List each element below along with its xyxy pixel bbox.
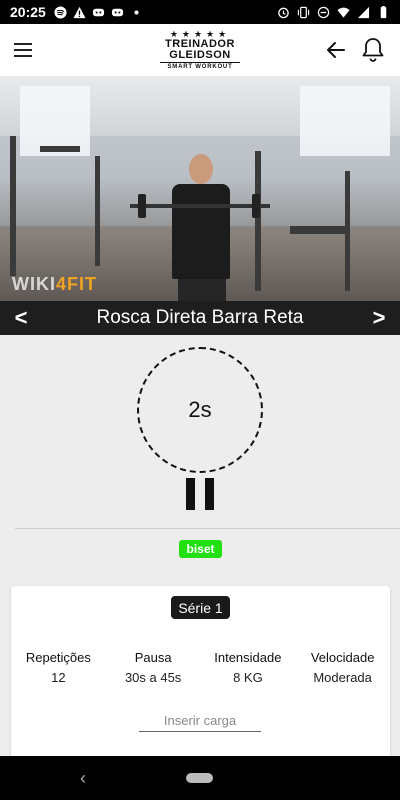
athlete-legs xyxy=(178,276,226,301)
timer-value: 2s xyxy=(188,397,212,422)
gym-machine xyxy=(290,226,350,234)
previous-exercise-button[interactable]: < xyxy=(4,301,38,335)
barbell xyxy=(130,204,270,208)
stat-label: Velocidade xyxy=(310,650,375,665)
discord-icon xyxy=(111,8,123,16)
barbell-plate xyxy=(138,194,146,218)
stat-label: Repetições xyxy=(25,650,91,665)
gym-machine xyxy=(40,146,80,152)
dnd-icon xyxy=(317,6,330,18)
load-input[interactable] xyxy=(139,710,261,732)
series-stats: Repetições 12 Pausa 30s a 45s Intensidad… xyxy=(11,650,390,685)
athlete-head xyxy=(189,154,213,184)
system-back-button[interactable]: ‹ xyxy=(80,768,86,789)
stat-label: Intensidade xyxy=(214,650,282,665)
status-bar: 20:25 xyxy=(0,0,400,24)
logo-line-3: SMART WORKOUT xyxy=(160,62,240,70)
app-logo: ★★★★★ TREINADOR GLEIDSON SMART WORKOUT xyxy=(160,30,240,70)
watermark-accent: 4FIT xyxy=(56,274,98,294)
spotify-icon xyxy=(54,5,67,19)
gym-machine xyxy=(10,136,16,276)
gym-machine xyxy=(345,171,350,291)
warning-icon xyxy=(73,6,86,18)
exercise-name: Rosca Direta Barra Reta xyxy=(96,307,304,328)
gym-machine xyxy=(95,156,100,266)
system-home-pill[interactable] xyxy=(186,773,213,783)
menu-button[interactable] xyxy=(14,39,38,61)
status-notification-icons xyxy=(54,5,143,19)
video-watermark: WIKI4FIT xyxy=(12,274,97,295)
battery-icon xyxy=(380,5,387,18)
stat-value: Moderada xyxy=(313,670,372,685)
status-time: 20:25 xyxy=(10,4,46,20)
system-navigation-bar: ‹ xyxy=(0,756,400,800)
pause-icon-bar xyxy=(186,478,195,510)
stat-label: Pausa xyxy=(134,650,172,665)
gym-machine xyxy=(255,151,261,291)
back-arrow-icon[interactable] xyxy=(324,38,348,62)
menu-icon-line xyxy=(14,43,32,45)
logo-line-2: GLEIDSON xyxy=(169,49,231,61)
stat-value: 8 KG xyxy=(233,670,263,685)
stat-value: 30s a 45s xyxy=(124,670,182,685)
bell-icon[interactable] xyxy=(360,36,386,64)
watermark-main: WIKI xyxy=(12,274,56,294)
athlete-body xyxy=(172,184,230,279)
barbell-plate xyxy=(252,194,260,218)
menu-icon-line xyxy=(14,55,32,57)
stat-speed: Velocidade Moderada xyxy=(295,650,390,685)
stat-value: 12 xyxy=(51,670,66,685)
menu-icon-line xyxy=(14,49,32,51)
rest-timer: 2s xyxy=(137,347,263,473)
series-chip[interactable]: Série 1 xyxy=(171,596,230,619)
next-exercise-button[interactable]: > xyxy=(362,301,396,335)
dot-icon xyxy=(134,9,139,15)
divider xyxy=(15,528,400,529)
status-system-icons xyxy=(277,5,390,19)
app-header: ★★★★★ TREINADOR GLEIDSON SMART WORKOUT xyxy=(0,24,400,76)
exercise-title-bar: < Rosca Direta Barra Reta > xyxy=(0,301,400,335)
stat-intensity: Intensidade 8 KG xyxy=(201,650,296,685)
biset-badge: biset xyxy=(179,540,222,558)
discord-icon xyxy=(92,8,104,16)
exercise-video[interactable]: WIKI4FIT xyxy=(0,76,400,301)
wifi-icon xyxy=(337,7,350,18)
pause-icon-bar xyxy=(205,478,214,510)
stat-repetitions: Repetições 12 xyxy=(11,650,106,685)
pause-button[interactable] xyxy=(186,478,214,510)
alarm-icon xyxy=(278,7,289,18)
vibrate-icon xyxy=(297,6,310,18)
series-card: Série 1 Repetições 12 Pausa 30s a 45s In… xyxy=(11,586,390,766)
video-window xyxy=(300,86,390,156)
stat-rest: Pausa 30s a 45s xyxy=(106,650,201,685)
signal-icon xyxy=(357,6,370,18)
